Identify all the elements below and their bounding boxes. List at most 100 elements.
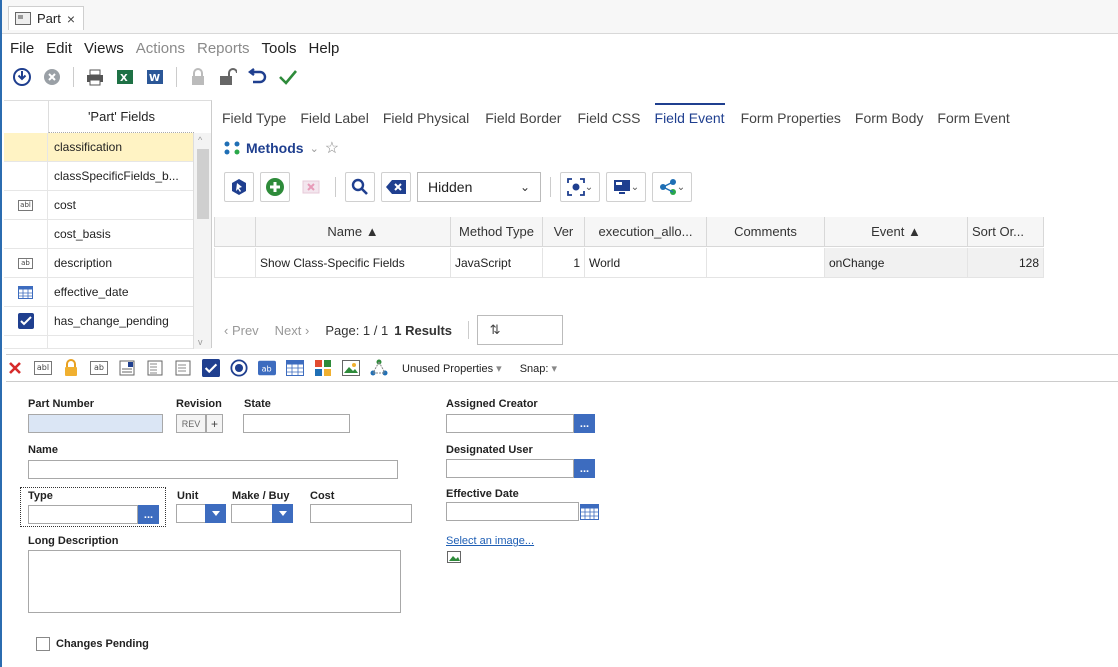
- tab-part[interactable]: Part ×: [8, 6, 85, 30]
- unit-select[interactable]: [176, 504, 206, 523]
- name-field[interactable]: [28, 460, 398, 479]
- column-header-ver[interactable]: Ver: [543, 217, 585, 247]
- revision-field[interactable]: REV: [176, 414, 206, 433]
- lock-button[interactable]: [186, 65, 210, 89]
- column-header-execution-allowed[interactable]: execution_allo...: [585, 217, 707, 247]
- cell-method-type[interactable]: JavaScript: [451, 248, 543, 278]
- designated-user-field[interactable]: [446, 459, 574, 478]
- add-dropdown-button[interactable]: [146, 359, 164, 377]
- column-header-event[interactable]: Event ▲: [825, 217, 968, 247]
- unlock-button[interactable]: [216, 65, 240, 89]
- field-item-partial[interactable]: [4, 336, 194, 349]
- tab-field-event[interactable]: Field Event: [654, 103, 725, 133]
- unit-dropdown-icon[interactable]: [205, 504, 226, 523]
- menu-help[interactable]: Help: [309, 40, 340, 57]
- field-item-class-specific-fields[interactable]: classSpecificFields_b...: [4, 161, 194, 191]
- cell-name[interactable]: Show Class-Specific Fields: [256, 248, 451, 278]
- field-item-classification[interactable]: classification: [4, 132, 194, 162]
- field-item-has-change-pending[interactable]: has_change_pending: [4, 306, 194, 336]
- unused-properties-dropdown[interactable]: Unused Properties ▾: [402, 362, 502, 375]
- designated-user-lookup-button[interactable]: ...: [574, 459, 595, 478]
- layout-dropdown-button[interactable]: ⌄: [606, 172, 646, 202]
- make-buy-select[interactable]: [231, 504, 273, 523]
- menu-edit[interactable]: Edit: [46, 40, 72, 57]
- type-lookup-button[interactable]: ...: [138, 505, 159, 524]
- close-icon[interactable]: ×: [67, 11, 75, 27]
- snap-dropdown[interactable]: Snap: ▾: [520, 362, 557, 375]
- tab-form-body[interactable]: Form Body: [855, 103, 923, 133]
- discard-button[interactable]: [40, 65, 64, 89]
- cell-execution-allowed[interactable]: World: [585, 248, 707, 278]
- effective-date-field[interactable]: [446, 502, 579, 521]
- page-size-input[interactable]: ⇅: [477, 315, 564, 345]
- cell-ver[interactable]: 1: [543, 248, 585, 278]
- date-picker-button[interactable]: [579, 502, 599, 521]
- field-item-cost-basis[interactable]: cost_basis: [4, 219, 194, 249]
- menu-reports[interactable]: Reports: [197, 40, 250, 57]
- share-dropdown-button[interactable]: ⌄: [652, 172, 692, 202]
- state-field[interactable]: [243, 414, 350, 433]
- views-dropdown-button[interactable]: ⌄: [560, 172, 600, 202]
- tab-field-type[interactable]: Field Type: [222, 103, 286, 133]
- tab-form-event[interactable]: Form Event: [937, 103, 1009, 133]
- add-textarea-button[interactable]: ab: [90, 359, 108, 377]
- add-text-field-button[interactable]: abl: [34, 359, 52, 377]
- scrollbar-thumb[interactable]: [197, 149, 209, 219]
- menu-actions[interactable]: Actions: [136, 40, 185, 57]
- cell-event[interactable]: onChange: [825, 248, 968, 278]
- undo-button[interactable]: [246, 65, 270, 89]
- tab-field-border[interactable]: Field Border: [485, 103, 561, 133]
- search-button[interactable]: [345, 172, 375, 202]
- export-word-button[interactable]: W: [143, 65, 167, 89]
- cell-sort-order[interactable]: 128: [968, 248, 1044, 278]
- add-password-field-button[interactable]: [62, 359, 80, 377]
- long-description-field[interactable]: [28, 550, 401, 613]
- menu-file[interactable]: File: [10, 40, 34, 57]
- tab-field-css[interactable]: Field CSS: [577, 103, 640, 133]
- add-checkbox-button[interactable]: [202, 359, 220, 377]
- menu-tools[interactable]: Tools: [262, 40, 297, 57]
- add-label-button[interactable]: ab: [258, 359, 276, 377]
- select-image-link[interactable]: Select an image...: [446, 535, 534, 547]
- scroll-down-icon[interactable]: v: [198, 337, 203, 347]
- scroll-up-icon[interactable]: ^: [198, 135, 202, 145]
- column-header-comments[interactable]: Comments: [707, 217, 825, 247]
- add-list-button[interactable]: [118, 359, 136, 377]
- remove-field-button[interactable]: [6, 359, 24, 377]
- save-button[interactable]: [276, 65, 300, 89]
- column-header-name[interactable]: Name ▲: [256, 217, 451, 247]
- next-page-button[interactable]: Next ›: [275, 323, 310, 338]
- tab-form-properties[interactable]: Form Properties: [741, 103, 841, 133]
- column-header-method-type[interactable]: Method Type: [451, 217, 543, 247]
- cell-comments[interactable]: [707, 248, 825, 278]
- print-button[interactable]: [83, 65, 107, 89]
- field-item-description[interactable]: ab description: [4, 248, 194, 278]
- delete-button[interactable]: [296, 172, 326, 202]
- star-icon[interactable]: ☆: [325, 138, 339, 158]
- changes-pending-checkbox[interactable]: [36, 637, 50, 651]
- done-button[interactable]: [10, 65, 34, 89]
- field-item-effective-date[interactable]: effective_date: [4, 277, 194, 307]
- add-button[interactable]: [260, 172, 290, 202]
- revision-plus-button[interactable]: +: [206, 414, 223, 433]
- clear-search-button[interactable]: [381, 172, 411, 202]
- tab-field-label[interactable]: Field Label: [300, 103, 369, 133]
- add-color-button[interactable]: [314, 359, 332, 377]
- tab-field-physical[interactable]: Field Physical: [383, 103, 469, 133]
- assigned-creator-field[interactable]: [446, 414, 574, 433]
- chevron-down-icon[interactable]: ⌄: [310, 142, 319, 155]
- search-mode-select[interactable]: Hidden ⌄: [417, 172, 541, 202]
- part-number-field[interactable]: [28, 414, 163, 433]
- table-row-selector[interactable]: [214, 248, 256, 278]
- pick-button[interactable]: [224, 172, 254, 202]
- add-image-button[interactable]: [342, 359, 360, 377]
- cost-field[interactable]: [310, 504, 412, 523]
- menu-views[interactable]: Views: [84, 40, 124, 57]
- assigned-creator-lookup-button[interactable]: ...: [574, 414, 595, 433]
- field-item-cost[interactable]: abl cost: [4, 190, 194, 220]
- add-radio-button[interactable]: [230, 359, 248, 377]
- add-tree-button[interactable]: [370, 359, 388, 377]
- make-buy-dropdown-icon[interactable]: [272, 504, 293, 523]
- add-date-button[interactable]: [286, 359, 304, 377]
- column-header-sort-order[interactable]: Sort Or...: [968, 217, 1044, 247]
